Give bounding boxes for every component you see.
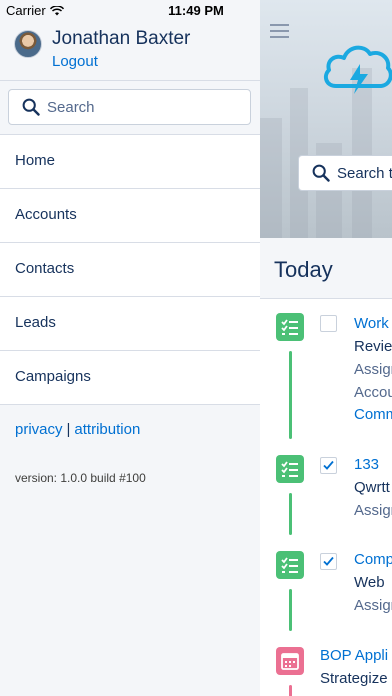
sidebar-item-accounts[interactable]: Accounts xyxy=(0,189,260,243)
event-subject: Strategize xyxy=(320,670,388,687)
nav-list: Home Accounts Contacts Leads Campaigns xyxy=(0,134,260,405)
privacy-link[interactable]: privacy xyxy=(15,421,63,438)
hero-banner: Search t xyxy=(260,0,392,238)
today-header: Today xyxy=(260,238,392,299)
link-separator: | xyxy=(66,421,71,438)
task-checkbox-checked[interactable] xyxy=(320,553,337,570)
divider xyxy=(0,80,260,81)
timeline-connector xyxy=(289,685,292,696)
task-comment-link[interactable]: Comm xyxy=(354,406,392,423)
task-account: Accou xyxy=(354,384,392,401)
task-subject: Revie xyxy=(354,338,392,355)
task-subject: Qwrtt xyxy=(354,479,390,496)
carrier-info: Carrier xyxy=(6,3,64,18)
city-backdrop xyxy=(260,118,282,238)
checkmark-icon xyxy=(323,556,334,566)
profile-header: Jonathan Baxter Logout xyxy=(0,22,260,80)
task-assignee: Assign xyxy=(354,502,392,519)
search-icon xyxy=(22,98,40,116)
attribution-link[interactable]: attribution xyxy=(74,421,140,438)
task-icon xyxy=(276,551,304,579)
checkmark-icon xyxy=(323,460,334,470)
sidebar-item-label: Leads xyxy=(15,314,56,331)
timeline-connector xyxy=(289,589,292,631)
task-title[interactable]: 133 xyxy=(354,456,379,473)
search-placeholder: Search xyxy=(47,99,95,116)
sidebar-search-input[interactable]: Search xyxy=(8,89,251,125)
sidebar-item-label: Contacts xyxy=(15,260,75,277)
activity-feed: Work Revie Assign Accou Comm xyxy=(260,299,392,696)
main-search-input[interactable]: Search t xyxy=(298,155,392,191)
sidebar-item-contacts[interactable]: Contacts xyxy=(0,243,260,297)
status-bar: Carrier 11:49 PM xyxy=(0,0,392,22)
task-title[interactable]: Work xyxy=(354,315,389,332)
sidebar-item-label: Home xyxy=(15,152,56,169)
user-name: Jonathan Baxter xyxy=(52,28,191,49)
timeline-connector xyxy=(289,351,292,439)
wifi-icon xyxy=(49,5,64,15)
task-assignee: Assign xyxy=(354,597,392,614)
hamburger-menu-icon[interactable] xyxy=(270,24,289,38)
task-subject: Web xyxy=(354,574,385,591)
avatar[interactable] xyxy=(14,30,42,58)
task-icon xyxy=(276,455,304,483)
calendar-icon xyxy=(276,647,304,675)
sidebar-item-leads[interactable]: Leads xyxy=(0,297,260,351)
sidebar-item-campaigns[interactable]: Campaigns xyxy=(0,351,260,405)
timeline-connector xyxy=(289,493,292,535)
footer-links: privacy | attribution xyxy=(15,421,140,438)
section-title: Today xyxy=(274,257,333,282)
carrier-label: Carrier xyxy=(6,3,46,18)
search-icon xyxy=(312,164,330,182)
version-label: version: 1.0.0 build #100 xyxy=(15,471,146,485)
task-icon xyxy=(276,313,304,341)
search-placeholder: Search t xyxy=(337,165,392,182)
main-panel[interactable]: Search t Today Work Revie Assign xyxy=(260,0,392,696)
sidebar: Jonathan Baxter Logout Search Home Accou… xyxy=(0,0,260,696)
event-title[interactable]: BOP Appli xyxy=(320,647,388,664)
sidebar-item-label: Campaigns xyxy=(15,368,91,385)
task-assignee: Assign xyxy=(354,361,392,378)
task-title[interactable]: Comp xyxy=(354,551,392,568)
sidebar-item-home[interactable]: Home xyxy=(0,135,260,189)
cloud-logo-icon xyxy=(323,45,392,94)
task-checkbox[interactable] xyxy=(320,315,337,332)
task-checkbox-checked[interactable] xyxy=(320,457,337,474)
sidebar-item-label: Accounts xyxy=(15,206,77,223)
logout-link[interactable]: Logout xyxy=(52,53,98,70)
